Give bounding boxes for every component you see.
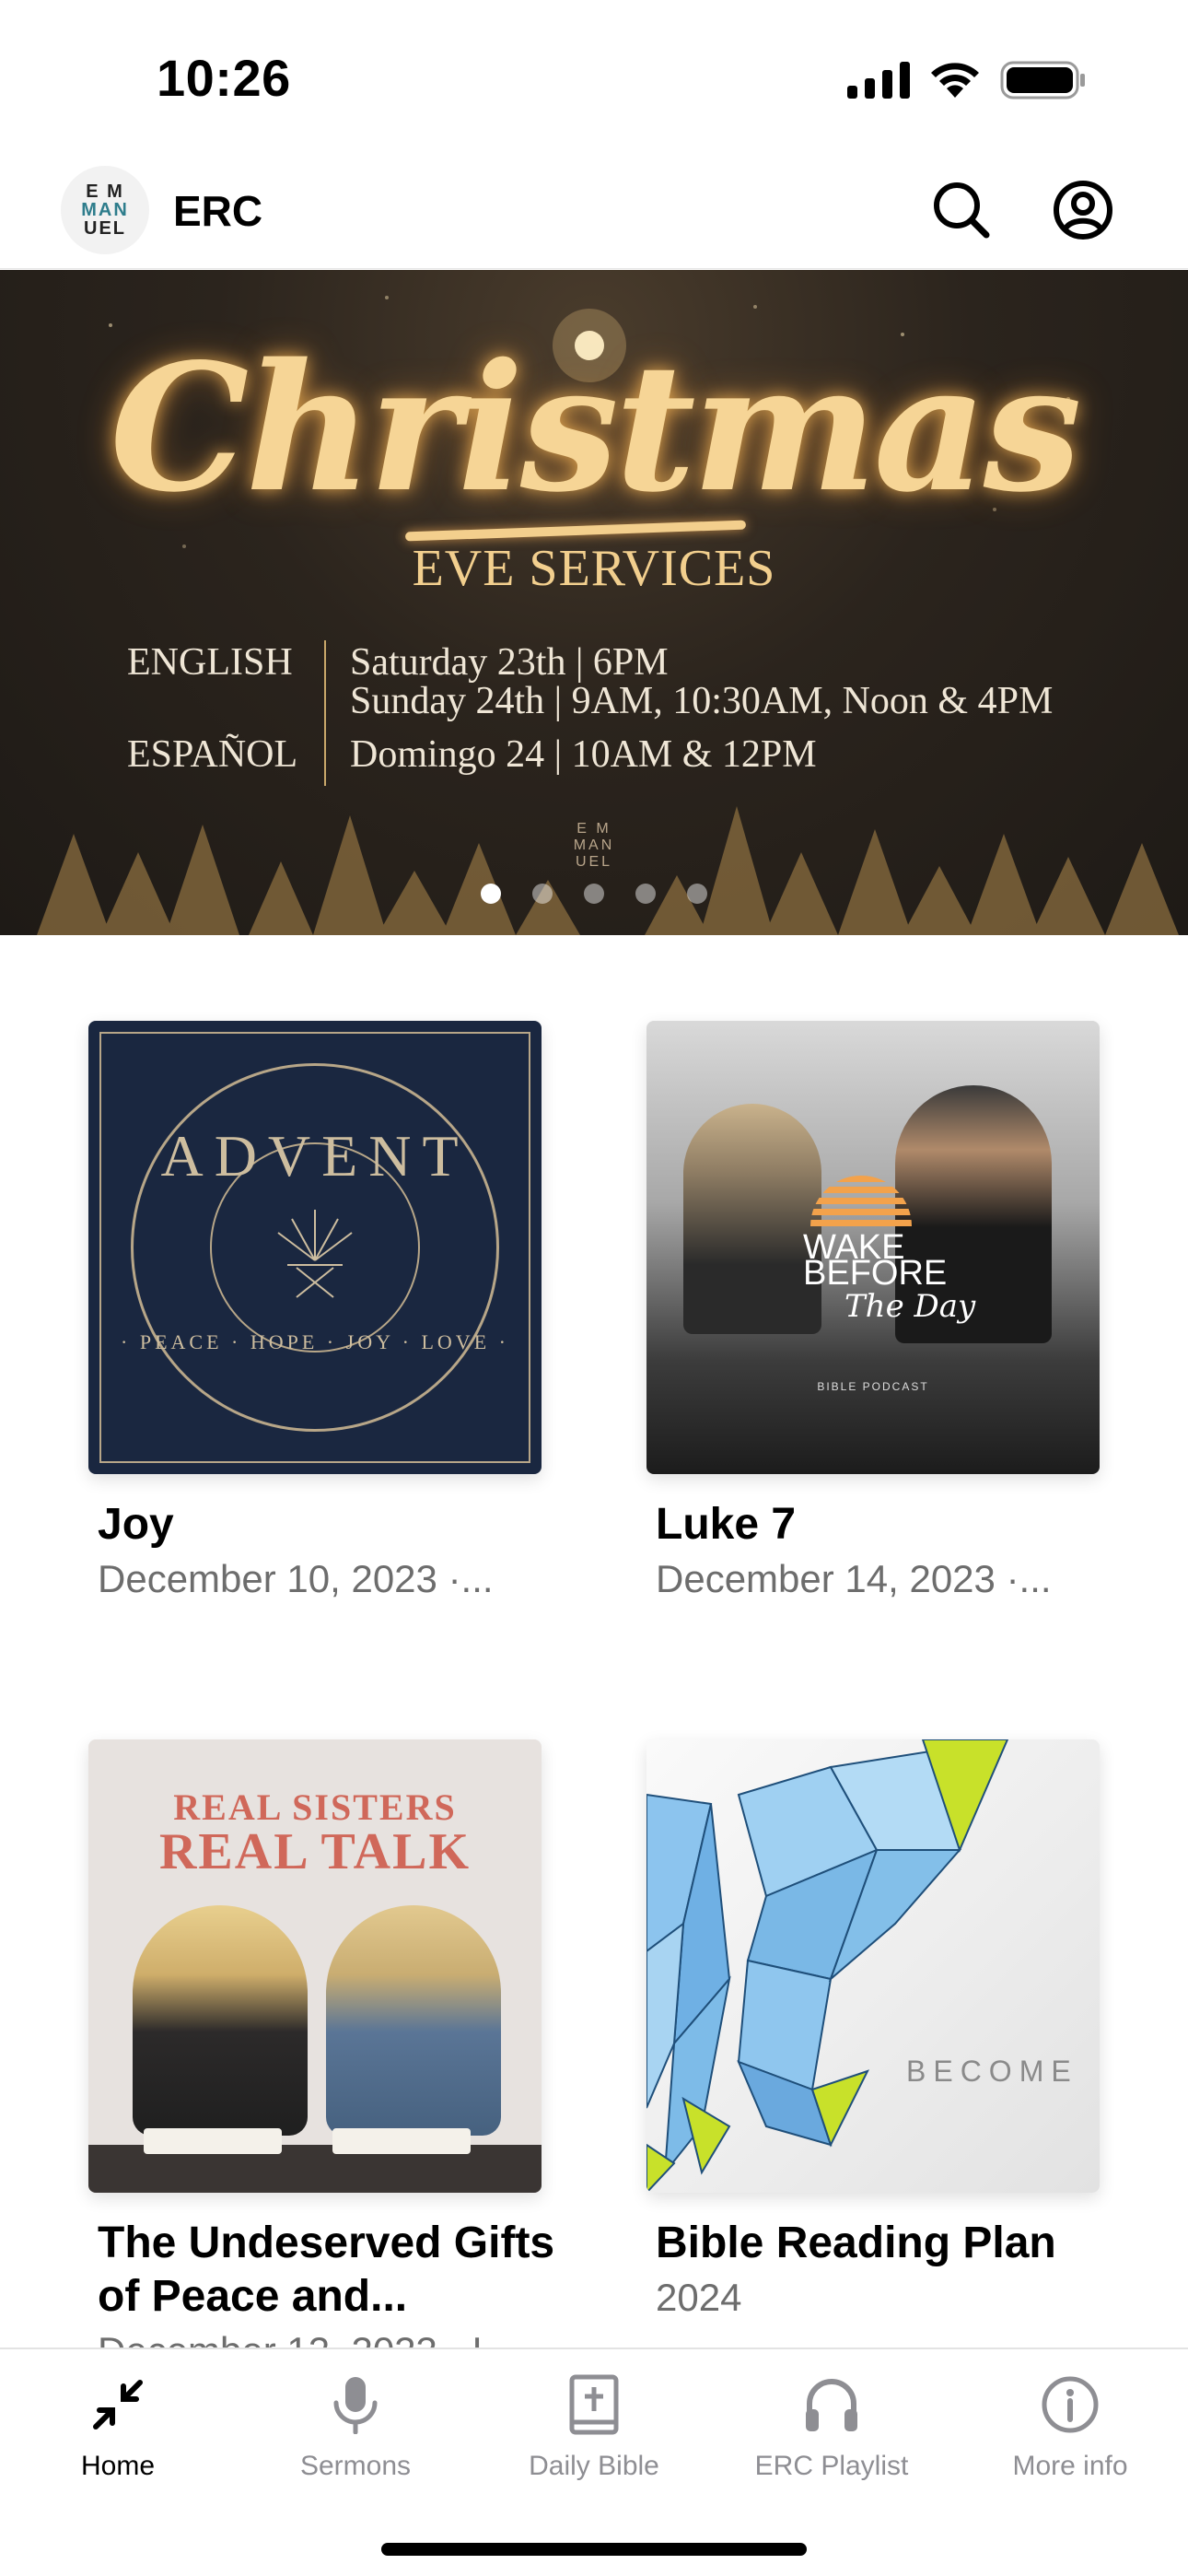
hero-divider [324,640,326,786]
christmas-trees-decoration [37,806,1179,935]
content-card-luke-7[interactable]: WAKE BEFORE The Day BIBLE PODCAST Luke 7… [646,1021,1100,1603]
carousel-page-indicator [0,884,1188,904]
card-subtitle: December 10, 2023 ·... [98,1557,494,1600]
hero-english-label: ENGLISH [127,641,293,684]
card-subtitle: December 14, 2023 ·... [656,1557,1052,1600]
tab-label: More info [1012,2451,1128,2481]
app-screen: 10:26 E M MAN UEL ERC Christmas EVE SERV… [0,0,1188,2576]
card-title: The Undeserved Gifts of Peace and... [98,2219,555,2321]
app-header: E M MAN UEL ERC [0,157,1188,269]
manger-star-icon [277,1210,353,1298]
bottom-tab-bar: Home Sermons Daily Bible ERC Playlist Mo… [0,2348,1188,2576]
butterfly-wing-decoration [646,1739,1009,2193]
hero-spanish-line: Domingo 24 | 10AM & 12PM [350,733,817,776]
home-indicator[interactable] [381,2543,807,2556]
status-icons [847,57,1087,103]
cellular-signal-icon [847,62,910,99]
host-photo-left [133,1905,308,2136]
sisters-title-line-2: REAL TALK [158,1823,472,1880]
card-subtitle: December 12, 2023 · I [88,2327,542,2349]
wifi-icon [931,63,979,98]
card-title: Bible Reading Plan [656,2219,1056,2267]
content-card-bible-reading-plan[interactable]: BECOME Bible Reading Plan 2024 [646,1739,1100,2322]
account-icon [1054,181,1112,240]
hero-carousel[interactable]: Christmas EVE SERVICES ENGLISH Saturday … [0,270,1188,935]
status-bar: 10:26 [0,0,1188,157]
open-book-left [144,2128,282,2154]
shrink-arrows-icon [26,2370,210,2440]
host-photo-left [683,1104,821,1334]
card-subtitle: 2024 [656,2276,742,2319]
battery-icon [1000,61,1085,100]
card-title: Luke 7 [656,1500,797,1549]
hero-english-line-1: Saturday 23th | 6PM [350,641,669,684]
status-time: 10:26 [157,49,291,107]
content-card-joy[interactable]: ADVENT · PEACE · HOPE · JOY · LOVE · Joy… [88,1021,542,1603]
wake-title-line-3: The Day [844,1288,976,1325]
advent-virtues: · PEACE · HOPE · JOY · LOVE · [121,1330,509,1353]
carousel-dot-2[interactable] [532,884,553,904]
carousel-dot-1[interactable] [481,884,501,904]
tab-label: Home [80,2451,156,2481]
search-icon [934,182,990,239]
logo-line-2: MAN [81,200,129,220]
carousel-dot-4[interactable] [635,884,656,904]
tab-label: Daily Bible [529,2451,659,2481]
tab-label: Sermons [299,2451,412,2481]
card-title: Joy [98,1500,174,1549]
hero-subtitle: EVE SERVICES [412,540,776,597]
logo-line-3: UEL [84,218,126,239]
wake-podcast-label: BIBLE PODCAST [817,1380,929,1393]
become-artwork: BECOME [646,1739,1100,2193]
tab-label: ERC Playlist [754,2451,909,2481]
hero-english-line-2: Sunday 24th | 9AM, 10:30AM, Noon & 4PM [350,680,1054,722]
microphone-icon [263,2370,448,2440]
search-button[interactable] [928,177,995,243]
logo-line-1: E M [86,181,124,202]
tab-daily-bible[interactable]: Daily Bible [502,2370,686,2482]
tab-sermons[interactable]: Sermons [263,2370,448,2482]
account-button[interactable] [1050,177,1116,243]
wake-before-the-day-artwork: WAKE BEFORE The Day BIBLE PODCAST [646,1021,1100,1474]
advent-artwork: ADVENT · PEACE · HOPE · JOY · LOVE · [88,1021,542,1474]
carousel-dot-3[interactable] [584,884,604,904]
become-word: BECOME [906,2055,1078,2088]
carousel-dot-5[interactable] [687,884,707,904]
tab-erc-playlist[interactable]: ERC Playlist [740,2370,924,2482]
hero-spanish-label: ESPAÑOL [127,733,298,776]
tab-more-info[interactable]: More info [978,2370,1162,2482]
content-card-undeserved-gifts[interactable]: REAL SISTERS REAL TALK The Undeserved Gi… [88,1739,554,2349]
app-logo[interactable]: E M MAN UEL [61,166,149,254]
headphones-icon [740,2370,924,2440]
app-title: ERC [173,187,263,235]
real-sisters-artwork: REAL SISTERS REAL TALK [88,1739,542,2193]
wake-title-line-2: BEFORE [803,1254,948,1293]
tab-home[interactable]: Home [26,2370,210,2482]
open-book-right [332,2128,471,2154]
advent-word: ADVENT [160,1123,470,1188]
bible-icon [502,2370,686,2440]
host-photo-right [326,1905,501,2136]
info-icon [978,2370,1162,2440]
hero-script-title: Christmas [110,325,1082,531]
